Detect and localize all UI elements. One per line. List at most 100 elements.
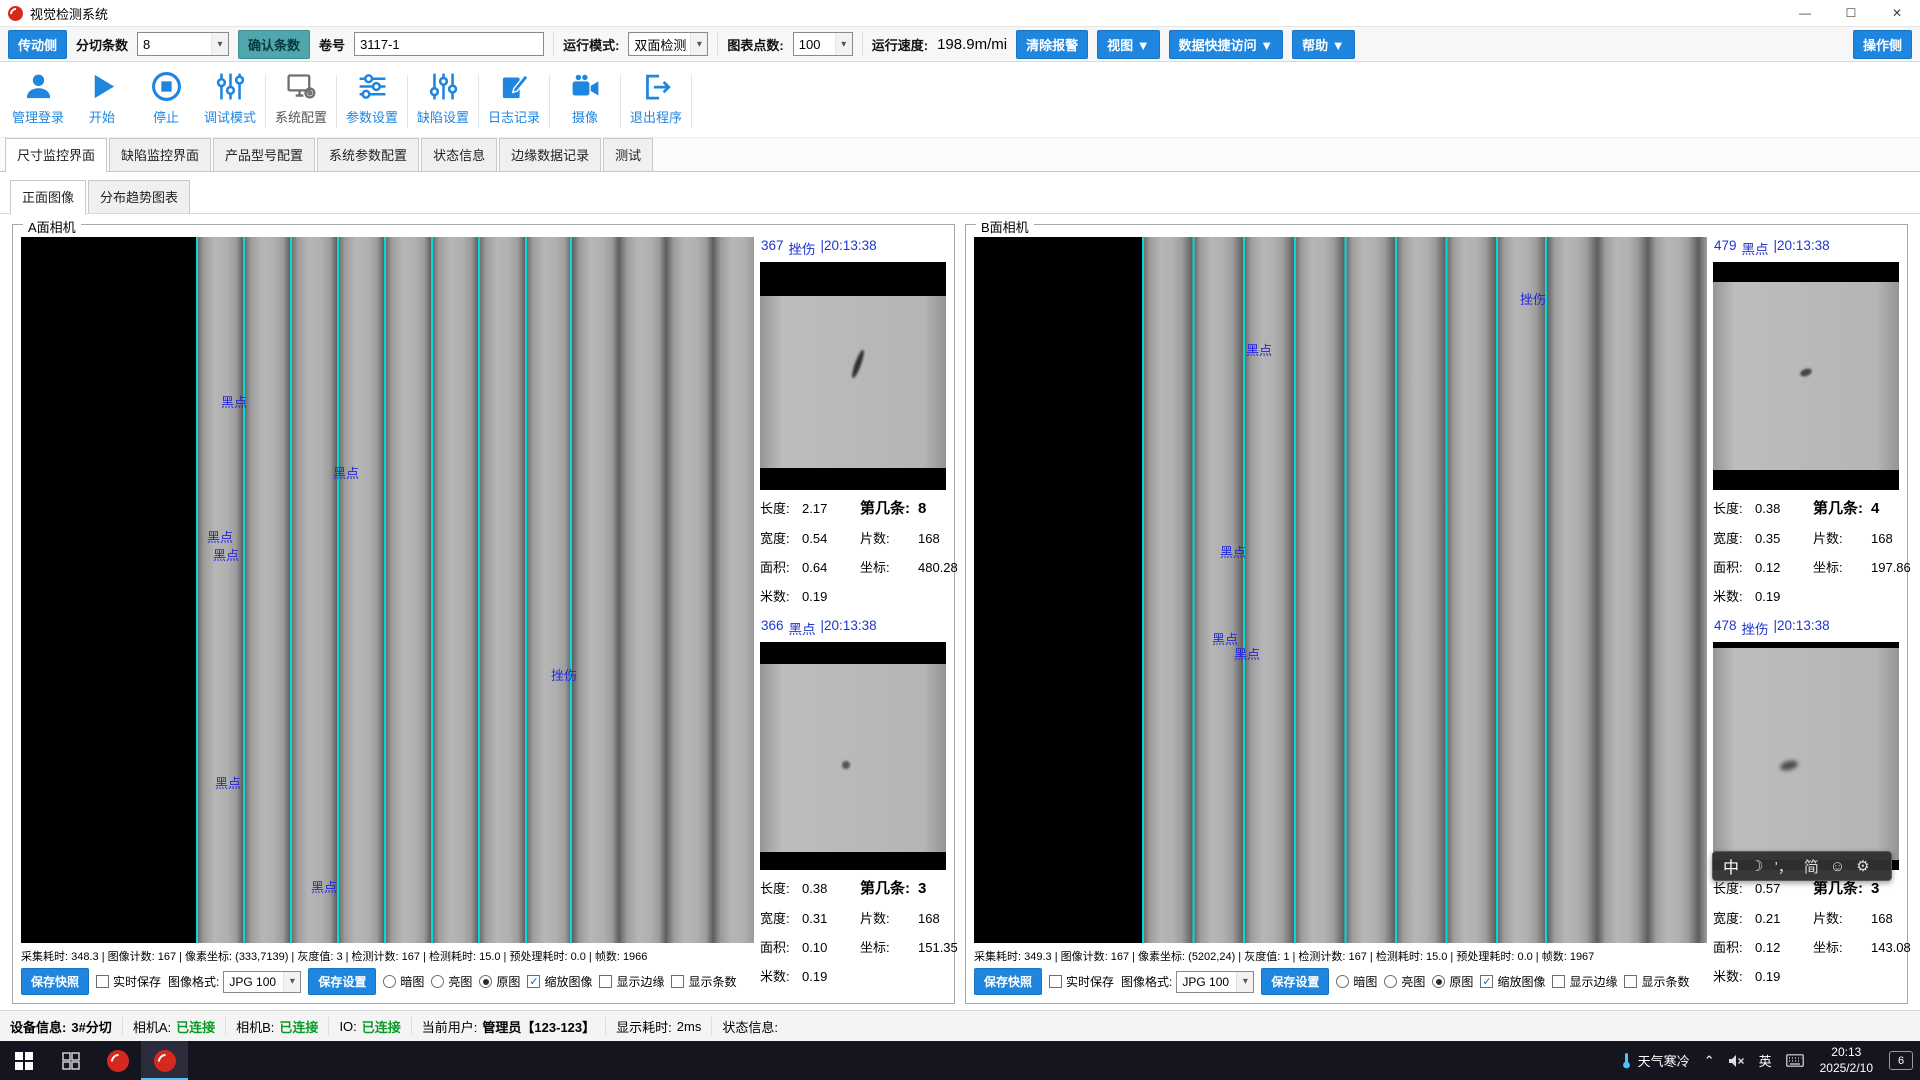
slit-count-label: 分切条数 bbox=[76, 35, 128, 54]
start-button[interactable]: 开始 bbox=[70, 66, 134, 137]
slit-count-value: 8 bbox=[138, 37, 211, 52]
save-snapshot-button[interactable]: 保存快照 bbox=[21, 968, 89, 995]
defect-annotation: 黑点 bbox=[213, 545, 239, 564]
stat-value: 0.19 bbox=[1755, 589, 1813, 604]
chart-points-select[interactable]: 100 ▾ bbox=[793, 32, 853, 56]
sliders-icon bbox=[357, 71, 388, 102]
dark-image-radio[interactable]: 暗图 bbox=[1336, 973, 1377, 990]
show-count-checkbox[interactable]: 显示条数 bbox=[671, 973, 736, 990]
ime-simplified-toggle[interactable]: 简 bbox=[1804, 856, 1819, 877]
stat-label: 米数: bbox=[760, 966, 802, 985]
run-mode-value: 双面检测 bbox=[629, 35, 690, 54]
tab-status-info[interactable]: 状态信息 bbox=[421, 138, 497, 171]
subtab-front-image[interactable]: 正面图像 bbox=[10, 180, 86, 214]
tab-edge-data-record[interactable]: 边缘数据记录 bbox=[499, 138, 601, 171]
task-view-button[interactable] bbox=[47, 1041, 94, 1080]
zoom-image-checkbox[interactable]: 缩放图像 bbox=[1480, 973, 1545, 990]
bright-image-radio[interactable]: 亮图 bbox=[431, 973, 472, 990]
stat-label: 米数: bbox=[1713, 586, 1755, 605]
stop-button[interactable]: 停止 bbox=[134, 66, 198, 137]
start-button[interactable] bbox=[0, 1041, 47, 1080]
stat-value: 480.28 bbox=[918, 560, 958, 575]
original-image-label: 原图 bbox=[1449, 973, 1473, 990]
roll-number-input[interactable] bbox=[354, 32, 544, 56]
ime-language-indicator[interactable]: 英 bbox=[1752, 1041, 1779, 1080]
stat-label: 米数: bbox=[1713, 966, 1755, 985]
bright-image-radio[interactable]: 亮图 bbox=[1384, 973, 1425, 990]
stat-label: 片数: bbox=[860, 528, 918, 547]
param-settings-button[interactable]: 参数设置 bbox=[340, 66, 404, 137]
minimize-button[interactable]: — bbox=[1782, 0, 1828, 26]
weather-status[interactable]: 天气寒冷 bbox=[1613, 1041, 1697, 1080]
realtime-save-checkbox[interactable]: 实时保存 bbox=[96, 973, 161, 990]
clock[interactable]: 20:13 2025/2/10 bbox=[1811, 1045, 1882, 1076]
panel-a-title: A面相机 bbox=[23, 217, 81, 236]
checkbox-icon bbox=[671, 975, 684, 988]
tab-system-param-config[interactable]: 系统参数配置 bbox=[317, 138, 419, 171]
hidden-icons-chevron[interactable]: ⌃ bbox=[1697, 1041, 1722, 1080]
subtab-distribution-chart[interactable]: 分布趋势图表 bbox=[88, 180, 190, 213]
stat-label: 坐标: bbox=[860, 557, 918, 576]
help-menu-button[interactable]: 帮助 ▼ bbox=[1292, 30, 1354, 59]
tab-test[interactable]: 测试 bbox=[603, 138, 653, 171]
volume-muted-icon[interactable] bbox=[1722, 1041, 1752, 1080]
capture-button[interactable]: 摄像 bbox=[553, 66, 617, 137]
ime-lang-toggle[interactable]: 中 bbox=[1723, 854, 1739, 878]
admin-login-button[interactable]: 管理登录 bbox=[6, 66, 70, 137]
vertical-sliders-icon bbox=[215, 71, 246, 102]
data-shortcut-menu-button[interactable]: 数据快捷访问 ▼ bbox=[1169, 30, 1283, 59]
defect-stats: 长度:2.17 第几条:8 宽度:0.54 片数:168 面积:0.64 坐标:… bbox=[760, 490, 946, 605]
image-format-label: 图像格式: bbox=[168, 973, 219, 990]
maximize-button[interactable]: ☐ bbox=[1828, 0, 1874, 26]
notification-center-button[interactable]: 6 bbox=[1882, 1041, 1920, 1080]
taskbar-app-button[interactable] bbox=[94, 1041, 141, 1080]
operate-side-button[interactable]: 操作侧 bbox=[1853, 30, 1912, 59]
run-mode-select[interactable]: 双面检测 ▾ bbox=[628, 32, 708, 56]
show-edge-checkbox[interactable]: 显示边缘 bbox=[599, 973, 664, 990]
show-edge-checkbox[interactable]: 显示边缘 bbox=[1552, 973, 1617, 990]
tab-defect-monitor[interactable]: 缺陷监控界面 bbox=[109, 138, 211, 171]
ime-punctuation-toggle[interactable]: ’， bbox=[1774, 856, 1792, 877]
ime-fullwidth-toggle[interactable]: ☽ bbox=[1750, 857, 1763, 875]
original-image-radio[interactable]: 原图 bbox=[1432, 973, 1473, 990]
taskbar-app-button-active[interactable] bbox=[141, 1041, 188, 1080]
ime-settings-gear-icon[interactable]: ⚙ bbox=[1856, 857, 1869, 875]
display-time-value: 2ms bbox=[677, 1019, 702, 1034]
divider bbox=[620, 75, 621, 128]
roll-label: 卷号 bbox=[319, 35, 345, 54]
view-menu-button[interactable]: 视图 ▼ bbox=[1097, 30, 1159, 59]
stat-value: 168 bbox=[918, 531, 958, 546]
defect-settings-button[interactable]: 缺陷设置 bbox=[411, 66, 475, 137]
save-snapshot-button[interactable]: 保存快照 bbox=[974, 968, 1042, 995]
image-format-select[interactable]: JPG 100 ▾ bbox=[1176, 971, 1254, 993]
system-config-button[interactable]: 系统配置 bbox=[269, 66, 333, 137]
camera-b-image: 挫伤黑点黑点黑点黑点 bbox=[974, 237, 1707, 943]
camera-a-status-label: 相机A: bbox=[133, 1017, 171, 1036]
defect-card-header: 367 挫伤 |20:13:38 bbox=[760, 237, 946, 262]
drive-side-button[interactable]: 传动侧 bbox=[8, 30, 67, 59]
notification-badge: 6 bbox=[1889, 1051, 1913, 1070]
dark-image-radio[interactable]: 暗图 bbox=[383, 973, 424, 990]
defect-annotation: 黑点 bbox=[1246, 340, 1272, 359]
tab-size-monitor[interactable]: 尺寸监控界面 bbox=[5, 138, 107, 172]
debug-mode-button[interactable]: 调试模式 bbox=[198, 66, 262, 137]
zoom-image-checkbox[interactable]: 缩放图像 bbox=[527, 973, 592, 990]
image-format-select[interactable]: JPG 100 ▾ bbox=[223, 971, 301, 993]
touch-keyboard-button[interactable] bbox=[1779, 1041, 1811, 1080]
save-settings-button[interactable]: 保存设置 bbox=[308, 968, 376, 995]
realtime-save-checkbox[interactable]: 实时保存 bbox=[1049, 973, 1114, 990]
close-button[interactable]: ✕ bbox=[1874, 0, 1920, 26]
clear-alarm-button[interactable]: 清除报警 bbox=[1016, 30, 1088, 59]
original-image-radio[interactable]: 原图 bbox=[479, 973, 520, 990]
current-user-label: 当前用户: bbox=[422, 1017, 478, 1036]
defect-annotation: 挫伤 bbox=[551, 665, 577, 684]
tab-product-model-config[interactable]: 产品型号配置 bbox=[213, 138, 315, 171]
ime-emoji-button[interactable]: ☺ bbox=[1830, 858, 1845, 875]
stat-label: 面积: bbox=[760, 937, 802, 956]
show-count-checkbox[interactable]: 显示条数 bbox=[1624, 973, 1689, 990]
exit-program-button[interactable]: 退出程序 bbox=[624, 66, 688, 137]
slit-count-select[interactable]: 8 ▾ bbox=[137, 32, 229, 56]
confirm-count-button[interactable]: 确认条数 bbox=[238, 30, 310, 59]
save-settings-button[interactable]: 保存设置 bbox=[1261, 968, 1329, 995]
log-record-button[interactable]: 日志记录 bbox=[482, 66, 546, 137]
